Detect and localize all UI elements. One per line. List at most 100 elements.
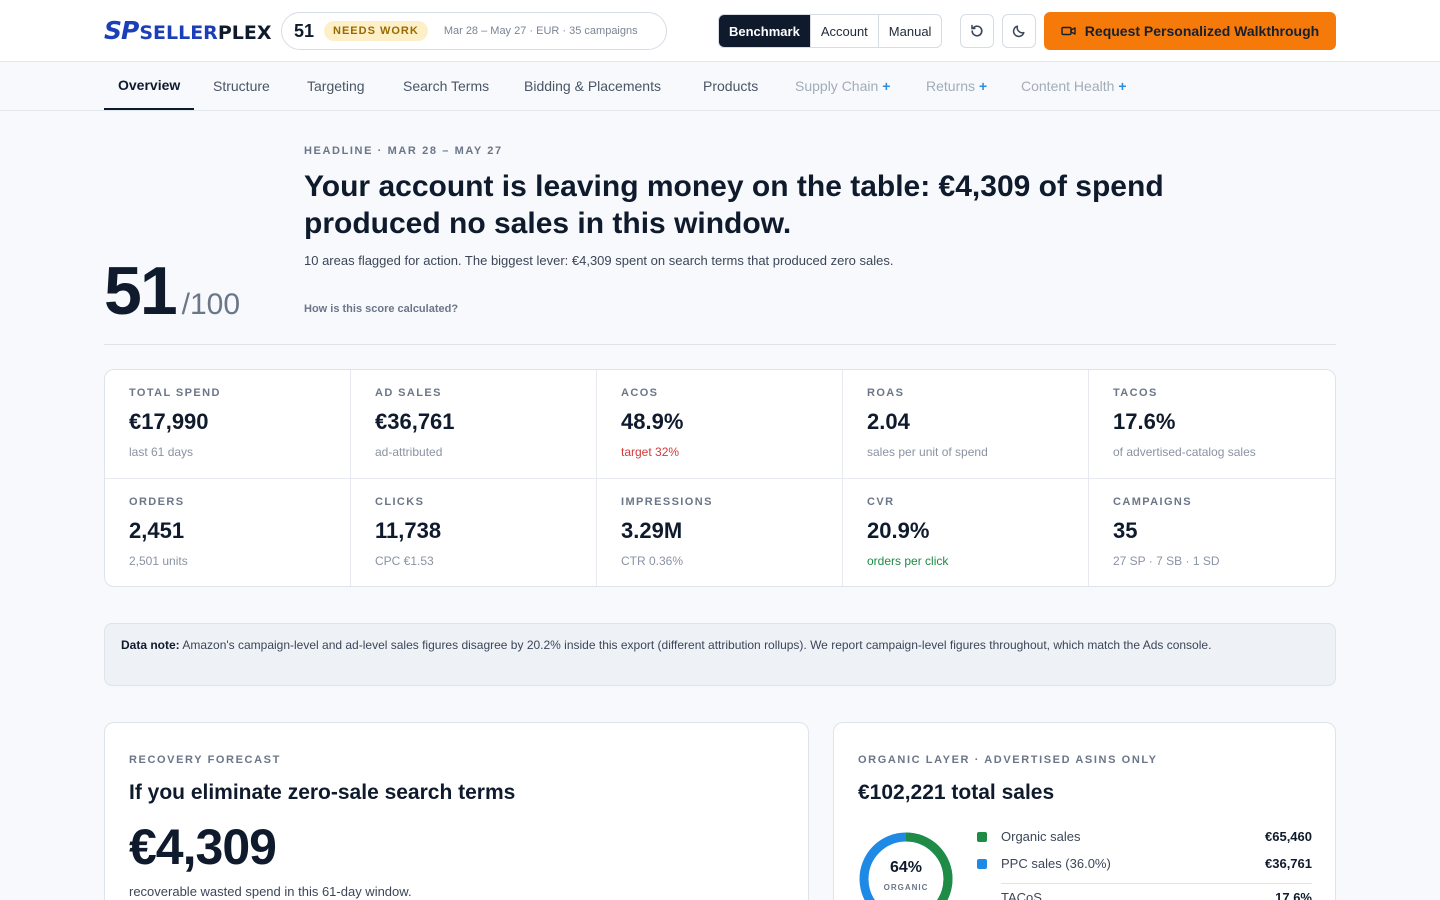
sales-breakdown: Organic sales €65,460 PPC sales (36.0%) …	[977, 823, 1312, 900]
tab-targeting[interactable]: Targeting	[307, 62, 365, 110]
headline-subtext: 10 areas flagged for action. The biggest…	[304, 253, 894, 268]
donut-caption: ORGANIC	[883, 883, 929, 892]
headline-eyebrow: HEADLINE · MAR 28 – MAY 27	[304, 145, 503, 157]
kpi-campaigns: CAMPAIGNS 35 27 SP · 7 SB · 1 SD	[1089, 479, 1335, 586]
kpi-label: ORDERS	[129, 496, 185, 508]
kpi-note: target 32%	[621, 445, 680, 459]
kpi-note: sales per unit of spend	[867, 445, 988, 459]
kpi-note: CTR 0.36%	[621, 554, 684, 568]
theme-toggle-button[interactable]	[1002, 14, 1036, 48]
score-summary-pill: 51 NEEDS WORK Mar 28 – May 27 · EUR · 35…	[281, 12, 667, 50]
view-mode-toggle: Benchmark Account Manual	[718, 14, 943, 48]
tab-label: Returns	[926, 78, 976, 94]
kpi-label: CAMPAIGNS	[1113, 496, 1193, 508]
tab-label: Overview	[118, 77, 181, 93]
kpi-label: CLICKS	[375, 496, 425, 508]
tab-label: Supply Chain	[795, 78, 879, 94]
top-bar: SP SELLER PLEX 51 NEEDS WORK Mar 28 – Ma…	[0, 0, 1440, 62]
section-tabs: Overview Structure Targeting Search Term…	[0, 62, 1440, 111]
card-eyebrow: ORGANIC LAYER · ADVERTISED ASINS ONLY	[858, 754, 1158, 766]
kpi-grid: TOTAL SPEND €17,990 last 61 days AD SALE…	[104, 369, 1336, 587]
kpi-label: ROAS	[867, 387, 905, 399]
request-walkthrough-button[interactable]: Request Personalized Walkthrough	[1044, 12, 1336, 50]
kpi-value: 2.04	[867, 409, 910, 434]
recoverable-amount: €4,309	[129, 819, 277, 875]
plus-icon: +	[882, 78, 891, 94]
legend-label: PPC sales (36.0%)	[1001, 856, 1111, 871]
kpi-note: orders per click	[867, 554, 949, 568]
kpi-impressions: IMPRESSIONS 3.29M CTR 0.36%	[597, 479, 843, 586]
refresh-button[interactable]	[960, 14, 994, 48]
recovery-forecast-card: RECOVERY FORECAST If you eliminate zero-…	[104, 722, 809, 900]
status-badge: NEEDS WORK	[324, 21, 428, 41]
legend-value: €65,460	[1265, 829, 1312, 844]
legend-swatch	[977, 858, 987, 869]
data-note-banner: Data note: Amazon's campaign-level and a…	[104, 623, 1336, 686]
kpi-roas: ROAS 2.04 sales per unit of spend	[843, 370, 1089, 479]
section-divider	[104, 344, 1336, 345]
view-benchmark-button[interactable]: Benchmark	[719, 15, 811, 47]
tab-label: Products	[703, 78, 759, 94]
kpi-value: 35	[1113, 518, 1138, 543]
plus-icon: +	[979, 78, 988, 94]
tab-label: Targeting	[307, 78, 365, 94]
tab-returns[interactable]: Returns +	[926, 62, 987, 110]
kpi-value: 2,451	[129, 518, 185, 543]
legend-swatch	[977, 831, 987, 842]
donut-percent: 64%	[889, 859, 923, 876]
kpi-value: 11,738	[375, 518, 442, 543]
kpi-clicks: CLICKS 11,738 CPC €1.53	[351, 479, 597, 586]
tab-products[interactable]: Products	[703, 62, 758, 110]
data-note-label: Data note:	[121, 638, 180, 652]
card-eyebrow: RECOVERY FORECAST	[129, 754, 281, 766]
kpi-note: 2,501 units	[129, 554, 188, 568]
tab-structure[interactable]: Structure	[213, 62, 270, 110]
organic-layer-card: ORGANIC LAYER · ADVERTISED ASINS ONLY €1…	[833, 722, 1336, 900]
view-manual-button[interactable]: Manual	[879, 15, 942, 47]
data-note-text: Amazon's campaign-level and ad-level sal…	[179, 638, 1212, 652]
tab-label: Content Health	[1021, 78, 1115, 94]
kpi-acos: ACOS 48.9% target 32%	[597, 370, 843, 479]
tab-label: Structure	[213, 78, 270, 94]
tab-search-terms[interactable]: Search Terms	[403, 62, 489, 110]
kpi-label: IMPRESSIONS	[621, 496, 713, 508]
kpi-value: €36,761	[375, 409, 455, 434]
tab-bidding-placements[interactable]: Bidding & Placements	[524, 62, 661, 110]
kpi-note: CPC €1.53	[375, 554, 434, 568]
tab-label: Bidding & Placements	[524, 78, 661, 94]
logo-word-b: PLEX	[217, 22, 272, 44]
report-meta: Mar 28 – May 27 · EUR · 35 campaigns	[443, 25, 638, 37]
legend-value: €36,761	[1265, 856, 1312, 871]
kpi-label: CVR	[867, 496, 895, 508]
kpi-label: TOTAL SPEND	[129, 387, 221, 399]
score-explainer-link[interactable]: How is this score calculated?	[304, 303, 458, 315]
logo-mark: SP	[104, 16, 139, 45]
tab-label: Search Terms	[403, 78, 490, 94]
tab-supply-chain[interactable]: Supply Chain +	[795, 62, 890, 110]
score-value: 51	[104, 253, 178, 329]
legend-row-organic: Organic sales €65,460	[977, 823, 1312, 850]
kpi-value: 17.6%	[1113, 409, 1176, 434]
tab-overview[interactable]: Overview	[104, 62, 195, 110]
kpi-value: 3.29M	[621, 518, 683, 543]
moon-icon	[1012, 25, 1025, 38]
kpi-label: ACOS	[621, 387, 659, 399]
logo-word-a: SELLER	[139, 22, 218, 44]
view-account-button[interactable]: Account	[811, 15, 879, 47]
sellerplex-logo[interactable]: SP SELLER PLEX	[104, 16, 272, 45]
score-denominator: /100	[181, 288, 241, 321]
video-icon	[1061, 26, 1076, 36]
legend-label: TACoS	[1001, 890, 1042, 900]
kpi-cvr: CVR 20.9% orders per click	[843, 479, 1089, 586]
card-title: €102,221 total sales	[858, 781, 1055, 804]
kpi-label: TACOS	[1113, 387, 1158, 399]
kpi-note: of advertised-catalog sales	[1113, 445, 1256, 459]
legend-label: Organic sales	[1001, 829, 1081, 844]
kpi-note: 27 SP · 7 SB · 1 SD	[1113, 554, 1220, 568]
tab-content-health[interactable]: Content Health +	[1021, 62, 1127, 110]
kpi-label: AD SALES	[375, 387, 442, 399]
kpi-value: 48.9%	[621, 409, 684, 434]
kpi-orders: ORDERS 2,451 2,501 units	[105, 479, 351, 586]
plus-icon: +	[1118, 78, 1127, 94]
cta-label: Request Personalized Walkthrough	[1084, 23, 1320, 39]
